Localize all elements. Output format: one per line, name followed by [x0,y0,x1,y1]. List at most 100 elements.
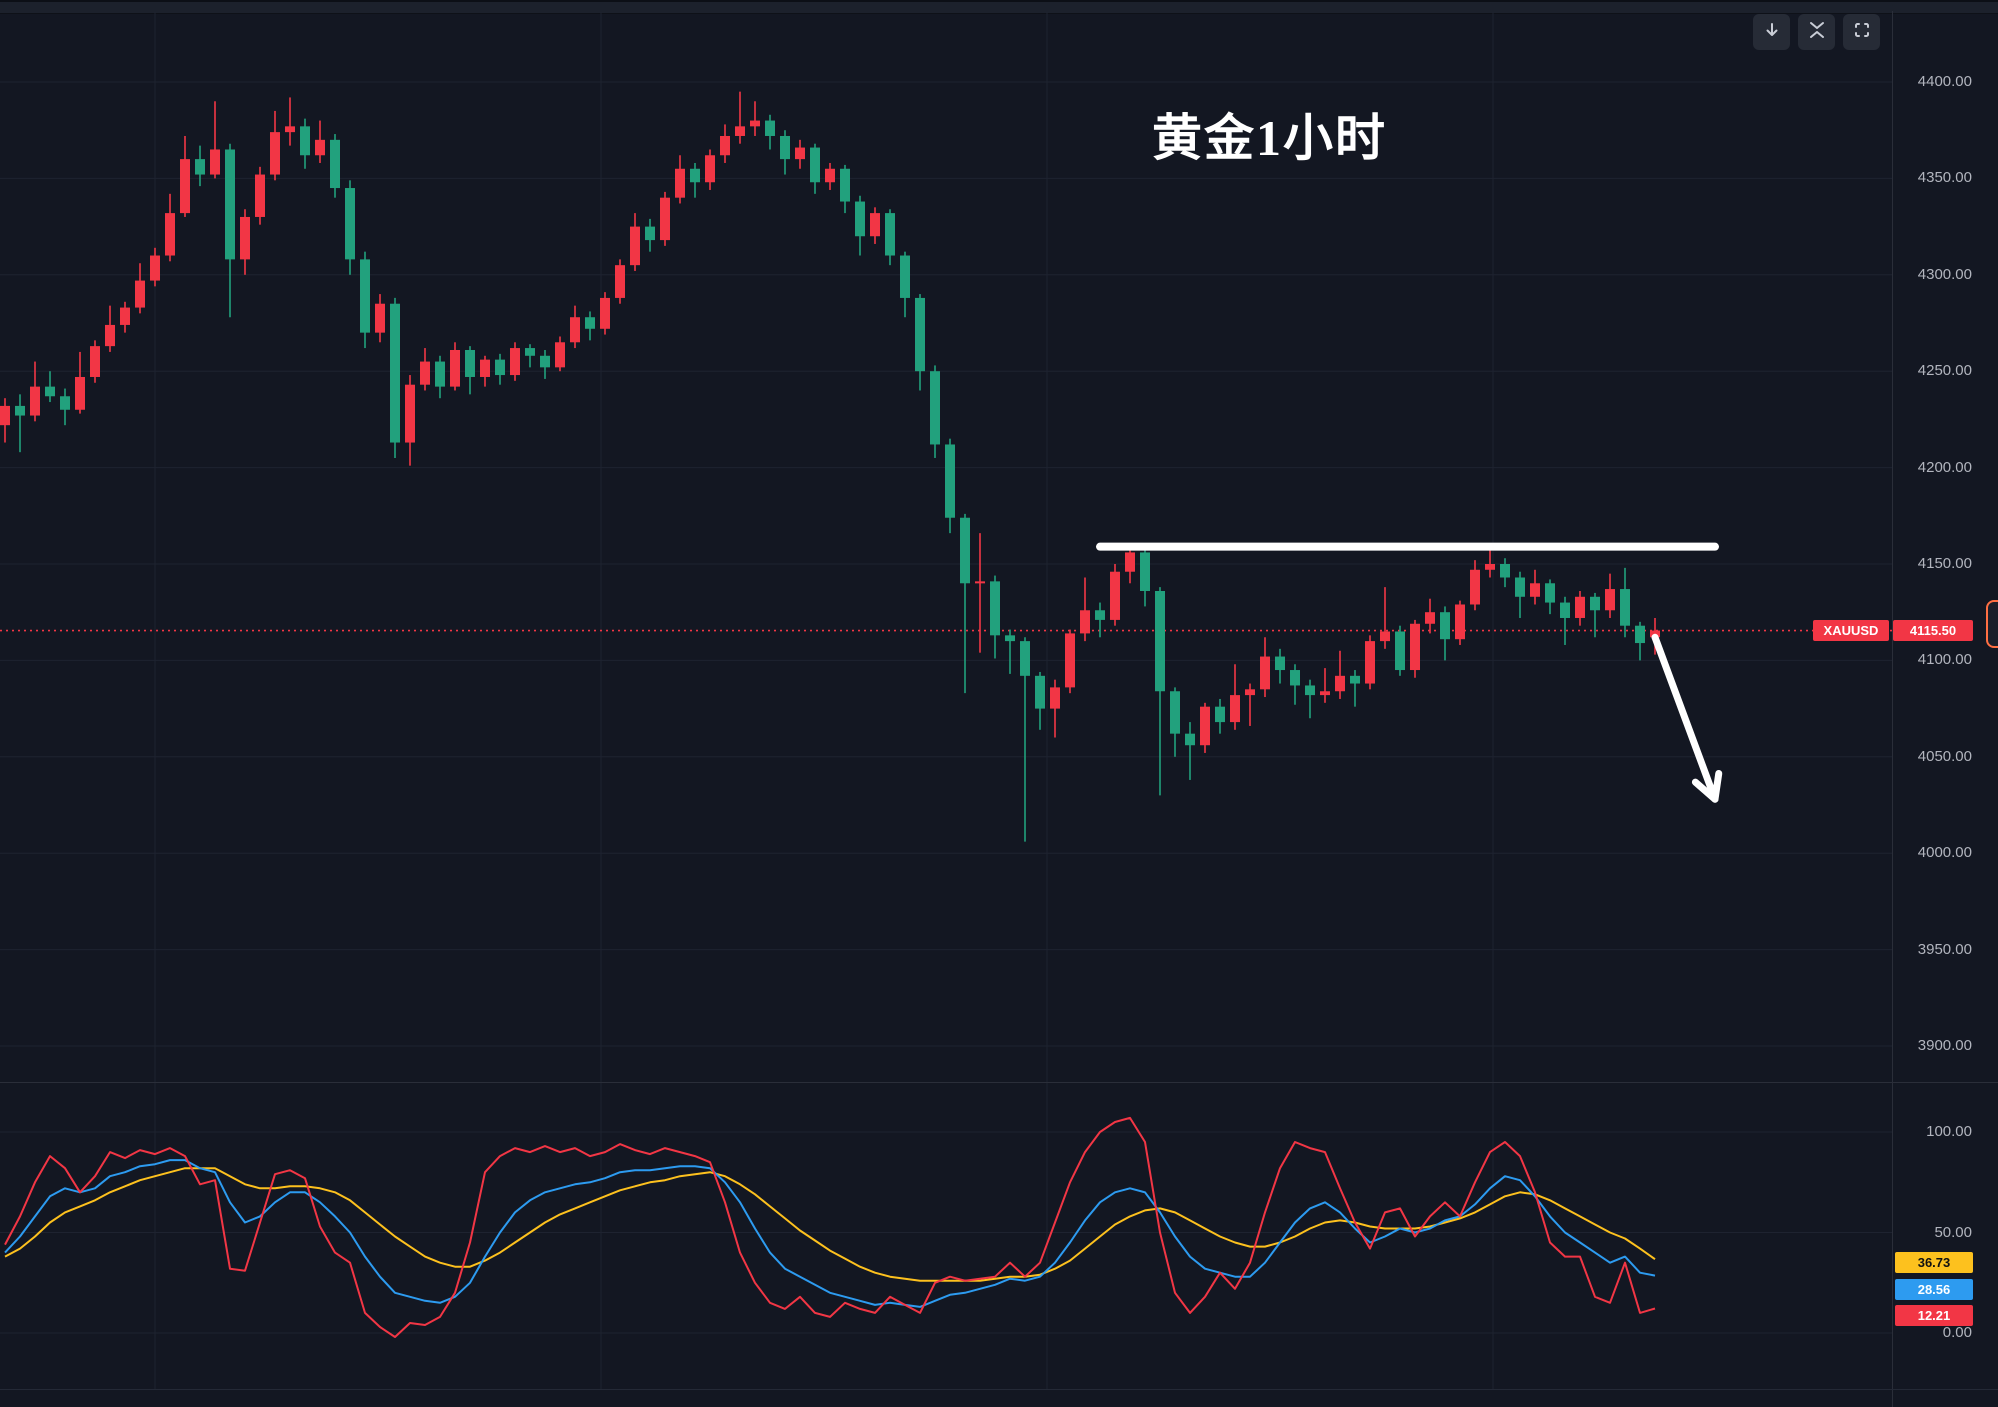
candle-body [90,346,100,377]
candle-body [1320,691,1330,695]
collapse-panel-button[interactable] [1798,14,1835,50]
candle-body [270,132,280,174]
candlestick-series [0,92,1660,842]
fullscreen-button[interactable] [1843,14,1880,50]
candle-body [990,581,1000,635]
candle-body [1410,624,1420,670]
candle-body [705,155,715,182]
gridlines [0,12,1892,1389]
price-tick-label: 4250.00 [1900,362,1972,380]
price-axis-divider [1892,11,1893,1407]
price-tick-label: 3900.00 [1900,1037,1972,1055]
candle-body [1470,570,1480,605]
candle-body [570,317,580,342]
price-tick-label: 4050.00 [1900,748,1972,766]
candle-body [1455,604,1465,639]
axis-edge-button[interactable] [1986,600,1998,648]
candle-body [1005,635,1015,641]
candle-body [1365,641,1375,683]
candle-body [1350,676,1360,684]
candle-body [915,298,925,371]
candle-body [1560,603,1570,618]
candle-body [1140,552,1150,591]
panel-divider[interactable] [0,1082,1998,1083]
price-tick-label: 4200.00 [1900,459,1972,477]
candle-body [60,396,70,409]
candle-body [315,140,325,155]
candle-body [75,377,85,410]
candle-body [630,227,640,266]
candle-body [1440,612,1450,639]
candle-body [1020,641,1030,676]
time-axis-divider [0,1389,1998,1390]
candle-body [825,169,835,182]
candle-body [765,121,775,136]
candle-body [1260,657,1270,690]
indicator-tick-label: 0.00 [1900,1324,1972,1342]
candle-body [255,175,265,217]
candle-body [960,518,970,584]
candle-body [555,342,565,367]
candle-body [135,281,145,308]
candle-body [720,136,730,155]
candle-body [1245,689,1255,695]
candle-body [660,198,670,240]
indicator-tick-label: 100.00 [1900,1123,1972,1141]
arrow-down-icon [1763,21,1781,44]
candle-body [855,202,865,237]
candle-body [120,308,130,325]
candle-body [30,387,40,416]
candle-body [1485,564,1495,570]
candle-body [210,149,220,174]
candle-body [45,387,55,397]
candle-body [1305,685,1315,695]
candle-body [810,148,820,183]
candle-body [1185,734,1195,746]
last-price-label: 4115.50 [1893,620,1973,641]
candle-body [195,159,205,174]
candle-body [0,406,10,425]
candle-body [1035,676,1045,709]
candle-body [1425,612,1435,624]
candle-body [600,298,610,329]
price-tick-label: 3950.00 [1900,941,1972,959]
candle-body [780,136,790,159]
candle-body [225,149,235,259]
candle-body [735,126,745,136]
candle-body [480,360,490,377]
candle-body [645,227,655,240]
candle-body [1380,631,1390,641]
candle-body [690,169,700,182]
candle-body [1275,657,1285,670]
candle-body [300,126,310,155]
candle-body [795,148,805,160]
candle-body [330,140,340,188]
candle-body [240,217,250,259]
candle-body [1635,626,1645,643]
kdj-j-value-badge: 12.21 [1895,1305,1973,1326]
candle-body [165,213,175,255]
candle-body [1215,707,1225,722]
fullscreen-icon [1853,21,1871,44]
candle-body [345,188,355,259]
candle-body [180,159,190,213]
price-tick-label: 4300.00 [1900,266,1972,284]
candle-body [1155,591,1165,691]
down-arrow-annotation[interactable] [1655,637,1719,799]
price-tick-label: 4100.00 [1900,651,1972,669]
kdj-k-value-badge: 28.56 [1895,1279,1973,1300]
candle-body [360,259,370,332]
candle-body [1080,610,1090,633]
candle-body [1605,589,1615,610]
indicator-tick-label: 50.00 [1900,1224,1972,1242]
candle-body [885,213,895,255]
chart-canvas[interactable] [0,0,1998,1407]
price-tick-label: 4400.00 [1900,73,1972,91]
candle-body [1335,676,1345,691]
scroll-to-realtime-button[interactable] [1753,14,1790,50]
candle-body [1125,552,1135,571]
candle-body [375,304,385,333]
candle-body [15,406,25,416]
candle-body [1515,577,1525,596]
chart-title: 黄金1小时 [1152,98,1387,170]
